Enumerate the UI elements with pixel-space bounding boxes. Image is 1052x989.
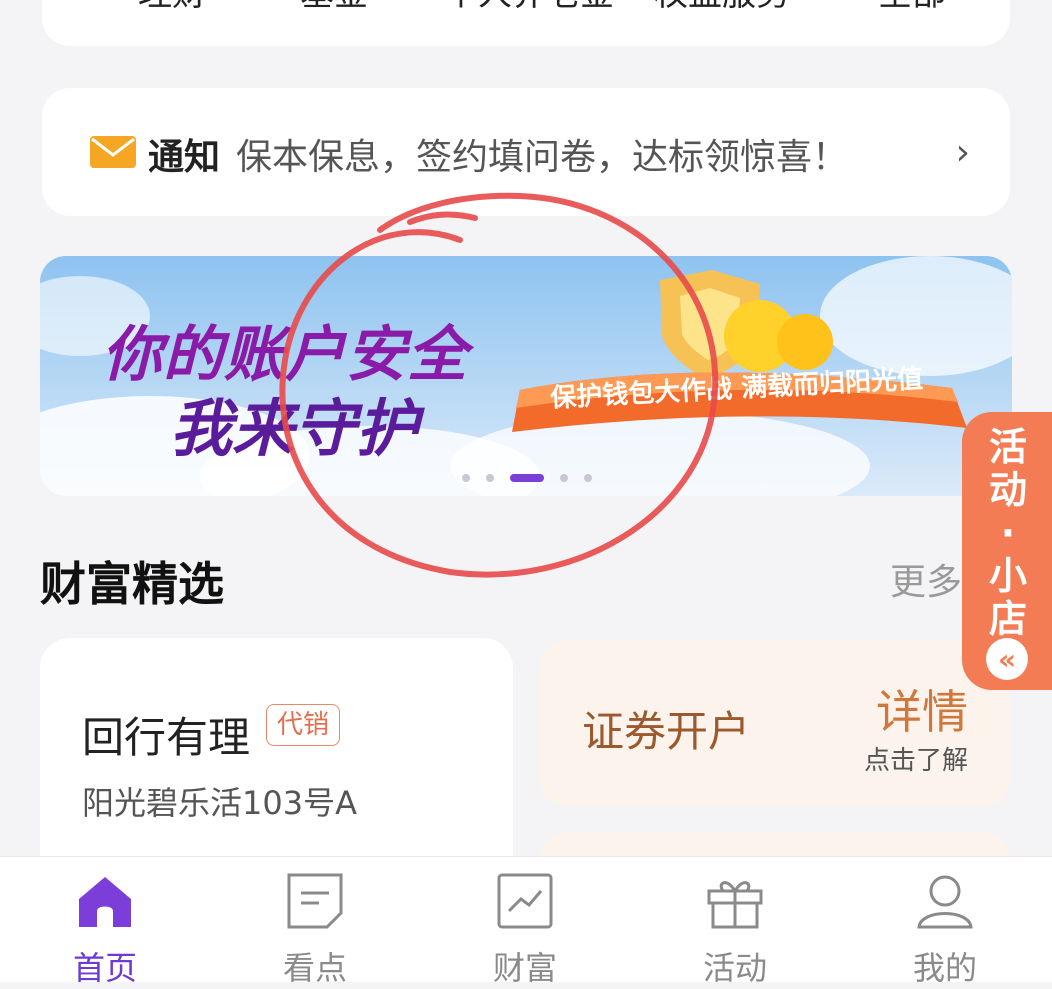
section-title: 财富精选: [40, 557, 224, 611]
note-icon: [287, 873, 343, 929]
banner-subheadline: 我来守护: [170, 392, 419, 465]
pagination-dot[interactable]: [462, 474, 470, 482]
tab-label: 我的: [912, 949, 977, 987]
product-subtitle: 阳光碧乐活103号A: [82, 784, 357, 822]
securities-hint: 点击了解: [864, 746, 969, 776]
mail-icon: [90, 136, 136, 168]
tab-wealth[interactable]: 财富: [460, 857, 590, 987]
tab-label: 活动: [702, 949, 767, 987]
chart-icon: [497, 873, 553, 929]
quick-entry-card: 理财 基金 个人养老金 权益服务 全部: [42, 0, 1010, 46]
user-icon: [917, 875, 973, 929]
tab-label: 首页: [72, 949, 137, 987]
securities-title: 证券开户: [582, 707, 751, 756]
securities-detail[interactable]: 详情: [876, 676, 968, 742]
tab-activity[interactable]: 活动: [670, 857, 800, 987]
tab-label: 看点: [282, 949, 347, 987]
product-tag: 代销: [266, 704, 341, 746]
more-link[interactable]: 更多: [890, 553, 962, 605]
home-icon: [79, 877, 131, 927]
notice-title: 通知: [148, 137, 221, 178]
entry-wealth[interactable]: 理财: [138, 0, 206, 15]
tab-label: 财富: [492, 949, 557, 987]
entry-fund[interactable]: 基金: [300, 0, 368, 15]
bottom-tab-bar: 首页 看点 财富 活动 我的: [0, 856, 1052, 987]
securities-account-card[interactable]: 证券开户 详情 点击了解: [540, 640, 1010, 806]
pagination-dot[interactable]: [560, 474, 568, 482]
pagination-dot[interactable]: [584, 474, 592, 482]
entry-all[interactable]: 全部: [878, 0, 946, 15]
activity-shop-float[interactable]: 活动·小店 «: [962, 412, 1052, 690]
tab-home[interactable]: 首页: [40, 857, 170, 987]
entry-pension[interactable]: 个人养老金: [444, 0, 614, 15]
notice-text: 保本保息，签约填问卷，达标领惊喜！: [236, 137, 849, 178]
pagination-dot[interactable]: [486, 474, 494, 482]
pagination-dot-active[interactable]: [510, 474, 544, 482]
activity-shop-label: 活动·小店: [988, 425, 1027, 641]
notice-bar[interactable]: 通知 保本保息，签约填问卷，达标领惊喜！ ›: [42, 88, 1010, 216]
banner-pagination: [462, 474, 592, 482]
collapse-icon[interactable]: «: [986, 638, 1028, 680]
promo-banner[interactable]: 你的账户安全 我来守护 保护钱包大作战 满载而归阳光值: [40, 256, 1012, 496]
chevron-right-icon[interactable]: ›: [956, 132, 970, 173]
tab-highlights[interactable]: 看点: [250, 857, 380, 987]
entry-benefits[interactable]: 权益服务: [654, 0, 790, 15]
gift-icon: [707, 881, 763, 929]
tab-mine[interactable]: 我的: [880, 857, 1010, 987]
product-name: 回行有理: [82, 713, 251, 762]
